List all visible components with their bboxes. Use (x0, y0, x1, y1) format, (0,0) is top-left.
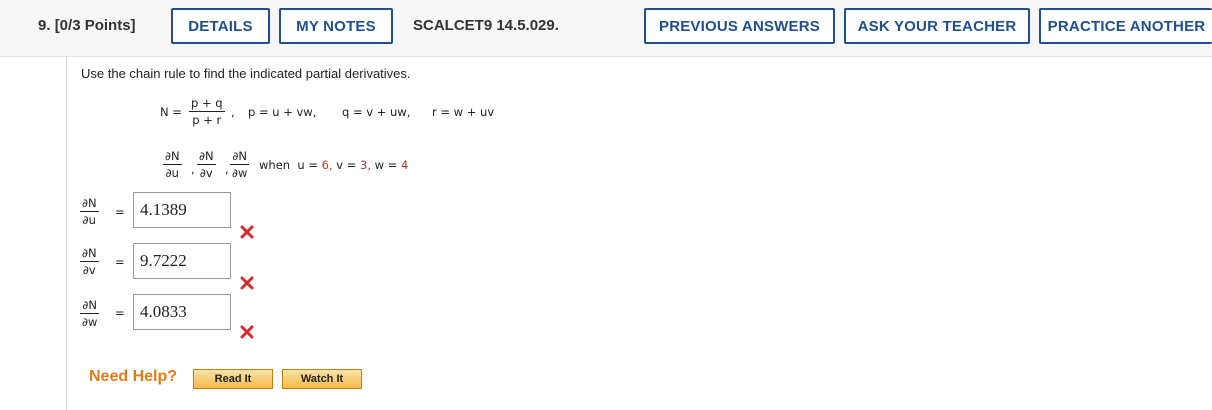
p-definition: p = u + vw, (248, 105, 317, 119)
answer-input-dw[interactable] (133, 294, 231, 330)
practice-another-button[interactable]: PRACTICE ANOTHER (1039, 8, 1212, 44)
n-fraction: p + q p + r (189, 96, 225, 127)
previous-answers-button[interactable]: PREVIOUS ANSWERS (644, 8, 835, 44)
ask-your-teacher-button[interactable]: ASK YOUR TEACHER (844, 8, 1030, 44)
incorrect-x-icon (240, 325, 254, 339)
dn-dw-label: ∂N ∂w (80, 298, 100, 329)
watch-it-button[interactable]: Watch It (282, 369, 362, 389)
q-definition: q = v + uw, (342, 105, 411, 119)
n-lhs: N = (160, 105, 182, 119)
problem-prompt: Use the chain rule to find the indicated… (81, 66, 411, 81)
given-values: when u = 6, v = 3, w = 4 (259, 158, 409, 172)
details-button[interactable]: DETAILS (171, 8, 270, 44)
incorrect-x-icon (240, 276, 254, 290)
content-left-border (66, 57, 67, 410)
dn-dw-fraction: ∂N ∂w (230, 149, 250, 180)
dn-du-label: ∂N ∂u (80, 196, 99, 227)
assignment-code: SCALCET9 14.5.029. (413, 17, 559, 34)
question-header: 9. [0/3 Points] DETAILS MY NOTES SCALCET… (0, 0, 1212, 57)
read-it-button[interactable]: Read It (193, 369, 273, 389)
incorrect-x-icon (240, 225, 254, 239)
dn-du-fraction: ∂N ∂u (163, 149, 182, 180)
dn-dv-label: ∂N ∂v (80, 246, 99, 277)
question-number: 9. [0/3 Points] (38, 17, 136, 34)
r-definition: r = w + uv (432, 105, 495, 119)
need-help-label: Need Help? (89, 368, 178, 385)
answer-input-du[interactable] (133, 192, 231, 228)
dn-dv-fraction: ∂N ∂v (197, 149, 216, 180)
my-notes-button[interactable]: MY NOTES (279, 8, 393, 44)
answer-input-dv[interactable] (133, 243, 231, 279)
